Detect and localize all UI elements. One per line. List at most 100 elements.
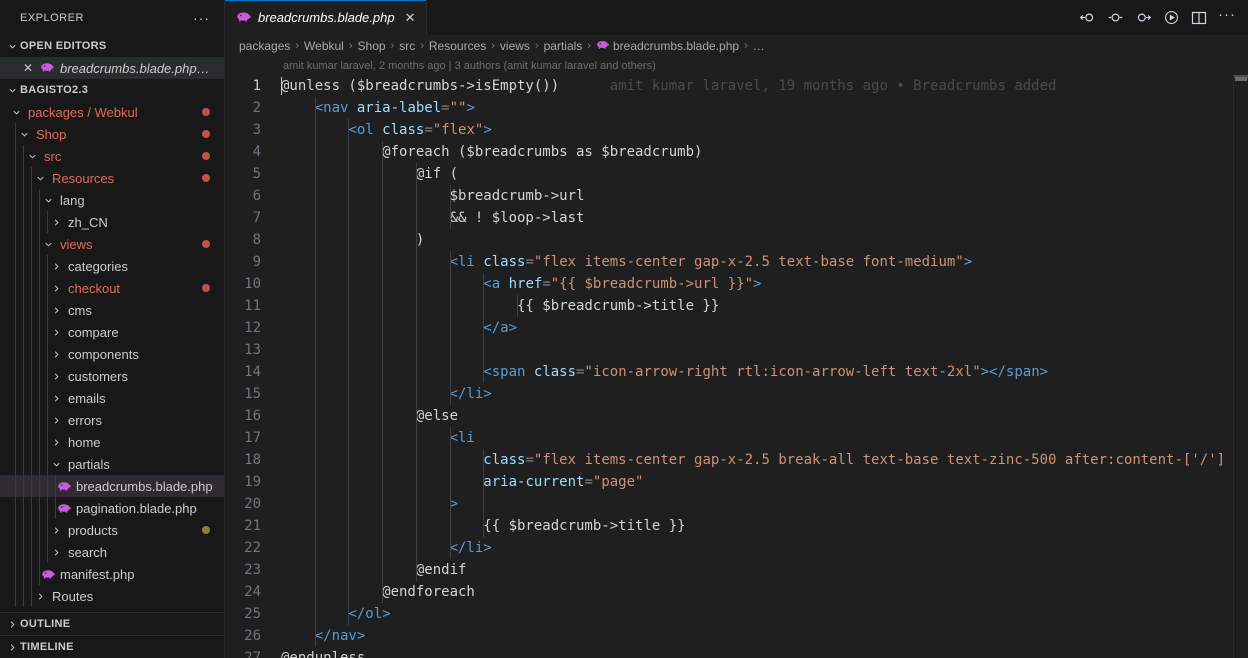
previous-change-icon[interactable] [1074, 5, 1100, 31]
tree-folder-item[interactable]: checkout [0, 277, 224, 299]
tree-folder-item[interactable]: home [0, 431, 224, 453]
code-line[interactable]: 10 <a href="{{ $breadcrumb->url }}"> [225, 273, 1248, 295]
code-line[interactable]: 25 </ol> [225, 603, 1248, 625]
code-line[interactable]: 24 @endforeach [225, 581, 1248, 603]
tree-folder-item[interactable]: lang [0, 189, 224, 211]
tree-file-item[interactable]: breadcrumbs.blade.php [0, 475, 224, 497]
tree-item-label: home [68, 434, 101, 450]
timeline-section-header[interactable]: TIMELINE [0, 635, 224, 658]
explorer-more-actions-icon[interactable]: ··· [187, 11, 216, 25]
breadcrumb-item[interactable]: src [399, 39, 415, 53]
tree-folder-item[interactable]: errors [0, 409, 224, 431]
code-line[interactable]: 14 <span class="icon-arrow-right rtl:ico… [225, 361, 1248, 383]
text-caret [281, 77, 282, 95]
breadcrumb-item[interactable]: views [500, 39, 530, 53]
close-icon[interactable]: ✕ [405, 10, 416, 26]
code-line[interactable]: 4 @foreach ($breadcrumbs as $breadcrumb) [225, 141, 1248, 163]
current-change-icon[interactable] [1102, 5, 1128, 31]
open-editor-item[interactable]: ✕ breadcrumbs.blade.php… [0, 57, 224, 79]
code-line-text: {{ $breadcrumb->title }} [273, 295, 1248, 317]
modified-indicator-dot [202, 240, 210, 248]
tree-folder-item[interactable]: emails [0, 387, 224, 409]
code-line[interactable]: 18 class="flex items-center gap-x-2.5 br… [225, 449, 1248, 471]
code-line[interactable]: 6 $breadcrumb->url [225, 185, 1248, 207]
code-line[interactable]: 7 && ! $loop->last [225, 207, 1248, 229]
outline-section-header[interactable]: OUTLINE [0, 612, 224, 635]
code-line[interactable]: 2 <nav aria-label=""> [225, 97, 1248, 119]
line-number: 18 [244, 452, 261, 468]
tree-item-label: pagination.blade.php [76, 500, 197, 516]
code-line[interactable]: 9 <li class="flex items-center gap-x-2.5… [225, 251, 1248, 273]
code-line-text: @endif [273, 559, 1248, 581]
code-line[interactable]: 27 @endunless [225, 647, 1248, 658]
code-line[interactable]: 3 <ol class="flex"> [225, 119, 1248, 141]
tree-folder-item[interactable]: categories [0, 255, 224, 277]
breadcrumb-item[interactable]: Resources [429, 39, 486, 53]
line-number: 1 [252, 78, 261, 94]
tree-folder-item[interactable]: views [0, 233, 224, 255]
line-number: 2 [252, 100, 261, 116]
breadcrumb-separator: › [587, 40, 591, 52]
tree-folder-item[interactable]: Shop [0, 123, 224, 145]
code-line[interactable]: 21 {{ $breadcrumb->title }} [225, 515, 1248, 537]
tree-folder-item[interactable]: cms [0, 299, 224, 321]
code-line[interactable]: 22 </li> [225, 537, 1248, 559]
close-icon[interactable]: ✕ [22, 61, 34, 75]
code-line[interactable]: 5 @if ( [225, 163, 1248, 185]
tree-folder-item[interactable]: Routes [0, 585, 224, 607]
run-icon[interactable] [1158, 5, 1184, 31]
php-blade-icon [40, 567, 56, 581]
breadcrumb-item[interactable]: packages [239, 39, 290, 53]
code-line[interactable]: 13 [225, 339, 1248, 361]
breadcrumb-label: views [499, 39, 530, 53]
tree-folder-item[interactable]: compare [0, 321, 224, 343]
next-change-icon[interactable] [1130, 5, 1156, 31]
code-line-text: </nav> [273, 625, 1248, 647]
workspace-section-header[interactable]: BAGISTO2.3 [0, 79, 224, 101]
tree-folder-item[interactable]: products [0, 519, 224, 541]
tree-folder-item[interactable]: search [0, 541, 224, 563]
breadcrumb-item[interactable]: Shop [358, 39, 386, 53]
tree-folder-item[interactable]: zh_CN [0, 211, 224, 233]
tree-item-label: products [68, 522, 118, 538]
code-line[interactable]: 1 @unless ($breadcrumbs->isEmpty()) amit k… [225, 75, 1248, 97]
breadcrumb-item[interactable]: partials [544, 39, 583, 53]
tree-folder-item[interactable]: packages / Webkul [0, 101, 224, 123]
open-editors-section-header[interactable]: OPEN EDITORS [0, 35, 224, 57]
split-editor-icon[interactable] [1186, 5, 1212, 31]
tree-item-label: src [44, 148, 62, 164]
code-line-text: ) [273, 229, 1248, 251]
code-line[interactable]: 8 ) [225, 229, 1248, 251]
breadcrumb-item[interactable]: breadcrumbs.blade.php [596, 38, 739, 54]
code-line[interactable]: 11 {{ $breadcrumb->title }} [225, 295, 1248, 317]
tree-folder-item[interactable]: Resources [0, 167, 224, 189]
code-token: <li [449, 254, 475, 270]
tree-file-item[interactable]: pagination.blade.php [0, 497, 224, 519]
code-line-text: @endunless [273, 647, 1248, 658]
breadcrumb-item[interactable]: … [753, 39, 765, 53]
code-token: class [483, 254, 526, 270]
tree-folder-item[interactable]: src [0, 145, 224, 167]
more-actions-icon[interactable]: ··· [1214, 2, 1240, 33]
code-line[interactable]: 16 @else [225, 405, 1248, 427]
code-line[interactable]: 20 > [225, 493, 1248, 515]
tab-breadcrumbs-blade-php[interactable]: breadcrumbs.blade.php ✕ [225, 0, 427, 35]
code-line[interactable]: 23 @endif [225, 559, 1248, 581]
breadcrumb-item[interactable]: Webkul [304, 39, 344, 53]
code-line[interactable]: 26 </nav> [225, 625, 1248, 647]
explorer-title-bar: EXPLORER ··· [0, 0, 224, 35]
code-line[interactable]: 12 </a> [225, 317, 1248, 339]
tree-item-label: Routes [52, 588, 94, 604]
tree-folder-item[interactable]: components [0, 343, 224, 365]
tree-folder-item[interactable]: customers [0, 365, 224, 387]
tree-file-item[interactable]: manifest.php [0, 563, 224, 585]
tree-folder-item[interactable]: partials [0, 453, 224, 475]
code-lines[interactable]: 1 @unless ($breadcrumbs->isEmpty()) amit k… [225, 75, 1248, 658]
code-line[interactable]: 15 </li> [225, 383, 1248, 405]
tree-item-label: Shop [36, 126, 67, 142]
code-token: = [441, 100, 450, 116]
code-line[interactable]: 19 aria-current="page" [225, 471, 1248, 493]
code-line[interactable]: 17 <li [225, 427, 1248, 449]
chevron-right-icon [48, 547, 64, 558]
